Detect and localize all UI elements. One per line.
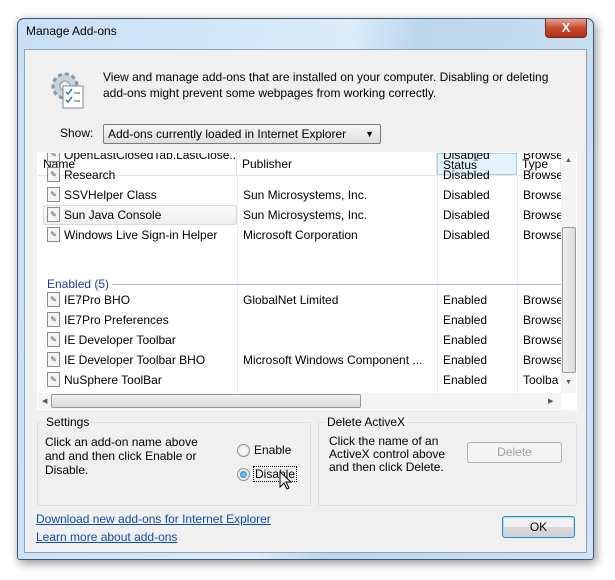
addon-status: Enabled bbox=[443, 313, 488, 327]
addon-type: Toolba bbox=[523, 373, 559, 387]
addon-publisher: Sun Microsystems, Inc. bbox=[243, 188, 368, 202]
addon-icon: ✎ bbox=[47, 372, 60, 388]
addon-status: Disabled bbox=[443, 188, 490, 202]
horizontal-scroll-thumb[interactable] bbox=[51, 394, 361, 408]
scroll-left-icon[interactable]: ◀ bbox=[42, 397, 47, 405]
mouse-cursor-icon bbox=[279, 471, 293, 490]
download-addons-link[interactable]: Download new add-ons for Internet Explor… bbox=[36, 512, 271, 526]
show-dropdown-value: Add-ons currently loaded in Internet Exp… bbox=[108, 127, 347, 141]
table-row[interactable]: ✎ SSVHelper Class Sun Microsystems, Inc. … bbox=[38, 185, 561, 205]
vertical-scrollbar[interactable]: ▲ ▼ bbox=[561, 153, 576, 393]
intro-text: View and manage add-ons that are install… bbox=[103, 70, 549, 100]
show-label: Show: bbox=[60, 126, 94, 140]
addon-name: Windows Live Sign-in Helper bbox=[64, 228, 218, 242]
addon-type: Browse bbox=[523, 333, 561, 347]
learn-more-link[interactable]: Learn more about add-ons bbox=[36, 530, 177, 544]
dialog-client: View and manage add-ons that are install… bbox=[24, 49, 587, 553]
settings-text: Click an add-on name above and and then … bbox=[45, 435, 198, 477]
addon-icon: ✎ bbox=[47, 167, 60, 183]
show-dropdown[interactable]: Add-ons currently loaded in Internet Exp… bbox=[103, 124, 381, 144]
table-row[interactable]: ✎ IE7Pro BHO GlobalNet Limited Enabled Br… bbox=[38, 290, 561, 310]
table-row[interactable]: ✎ Windows Live Sign-in Helper Microsoft C… bbox=[38, 225, 561, 245]
scroll-up-icon[interactable]: ▲ bbox=[565, 157, 572, 164]
addons-gear-icon bbox=[51, 72, 84, 109]
addon-name: Research bbox=[64, 168, 116, 182]
scroll-right-icon[interactable]: ▶ bbox=[548, 397, 553, 405]
addon-type: Browse bbox=[523, 152, 561, 162]
close-button[interactable]: X bbox=[545, 19, 587, 38]
addon-status: Disabled bbox=[443, 168, 490, 182]
enable-radio[interactable] bbox=[237, 444, 250, 457]
addon-icon: ✎ bbox=[47, 312, 60, 328]
addons-list: Name Publisher ▲ Status Type ✎ OpenLastClo… bbox=[37, 152, 577, 410]
addon-status: Enabled bbox=[443, 333, 488, 347]
addon-name: IE Developer Toolbar bbox=[64, 333, 176, 347]
table-row[interactable]: ✎ IE7Pro Preferences Enabled Browse bbox=[38, 310, 561, 330]
table-row[interactable]: ✎ IE Developer Toolbar BHO Microsoft Wind… bbox=[38, 350, 561, 370]
addon-icon: ✎ bbox=[47, 227, 60, 243]
addon-icon: ✎ bbox=[47, 332, 60, 348]
table-row[interactable]: ✎ Sun Java Console Sun Microsystems, Inc.… bbox=[38, 205, 561, 225]
table-row[interactable]: ✎ NuSphere ToolBar Enabled Toolba bbox=[38, 370, 561, 390]
addon-type: Browse bbox=[523, 188, 561, 202]
addon-name: NuSphere ToolBar bbox=[64, 373, 162, 387]
chevron-down-icon: ▼ bbox=[365, 129, 374, 139]
addon-publisher: Microsoft Corporation bbox=[243, 228, 358, 242]
addon-name: SSVHelper Class bbox=[64, 188, 157, 202]
addon-publisher: GlobalNet Limited bbox=[243, 293, 339, 307]
horizontal-scrollbar[interactable]: ◀ ▶ bbox=[38, 393, 561, 409]
settings-group: Settings Click an add-on name above and … bbox=[37, 415, 311, 506]
addon-icon: ✎ bbox=[47, 207, 60, 223]
ok-button[interactable]: OK bbox=[502, 516, 575, 538]
addon-status: Disabled bbox=[443, 208, 490, 222]
addon-icon: ✎ bbox=[47, 187, 60, 203]
delete-button[interactable]: Delete bbox=[467, 442, 562, 463]
addon-status: Disabled bbox=[443, 228, 490, 242]
delete-activex-group: Delete ActiveX Click the name of an Acti… bbox=[318, 415, 577, 506]
addon-icon: ✎ bbox=[47, 292, 60, 308]
addon-name: IE Developer Toolbar BHO bbox=[64, 353, 206, 367]
addon-status: Enabled bbox=[443, 353, 488, 367]
addon-type: Browse bbox=[523, 353, 561, 367]
addon-status: Enabled bbox=[443, 373, 488, 387]
table-row[interactable]: ✎ IE Developer Toolbar Enabled Browse bbox=[38, 330, 561, 350]
enable-label[interactable]: Enable bbox=[254, 443, 291, 457]
addon-type: Browse bbox=[523, 228, 561, 242]
addon-name: IE7Pro BHO bbox=[64, 293, 131, 307]
addon-type: Browse bbox=[523, 168, 561, 182]
addon-name: Sun Java Console bbox=[64, 208, 162, 222]
addon-type: Browse bbox=[523, 313, 561, 327]
addon-type: Browse bbox=[523, 208, 561, 222]
addon-status: Disabled bbox=[443, 152, 490, 162]
addon-name: OpenLastClosedTab.LastClose... bbox=[64, 152, 237, 162]
scroll-down-icon[interactable]: ▼ bbox=[565, 379, 572, 386]
window-title: Manage Add-ons bbox=[26, 24, 117, 38]
table-row[interactable]: ✎ Research Disabled Browse bbox=[38, 165, 561, 185]
addon-publisher: Microsoft Windows Component ... bbox=[243, 353, 423, 367]
addon-icon: ✎ bbox=[47, 153, 60, 163]
group-enabled: Enabled (5) bbox=[47, 276, 567, 292]
settings-title: Settings bbox=[44, 415, 92, 429]
addon-type: Browse bbox=[523, 293, 561, 307]
manage-addons-window: Manage Add-ons X View and manage add-ons… bbox=[17, 18, 594, 560]
addon-name: IE7Pro Preferences bbox=[64, 313, 169, 327]
disable-radio[interactable] bbox=[237, 468, 250, 481]
table-row[interactable]: ✎ OpenLastClosedTab.LastClose... Disabled… bbox=[38, 152, 561, 165]
addon-icon: ✎ bbox=[47, 352, 60, 368]
group-enabled-label: Enabled (5) bbox=[47, 277, 110, 291]
delete-activex-text: Click the name of an ActiveX control abo… bbox=[329, 434, 446, 474]
delete-activex-title: Delete ActiveX bbox=[325, 415, 408, 429]
vertical-scroll-thumb[interactable] bbox=[562, 227, 576, 373]
addon-publisher: Sun Microsystems, Inc. bbox=[243, 208, 368, 222]
addon-status: Enabled bbox=[443, 293, 488, 307]
